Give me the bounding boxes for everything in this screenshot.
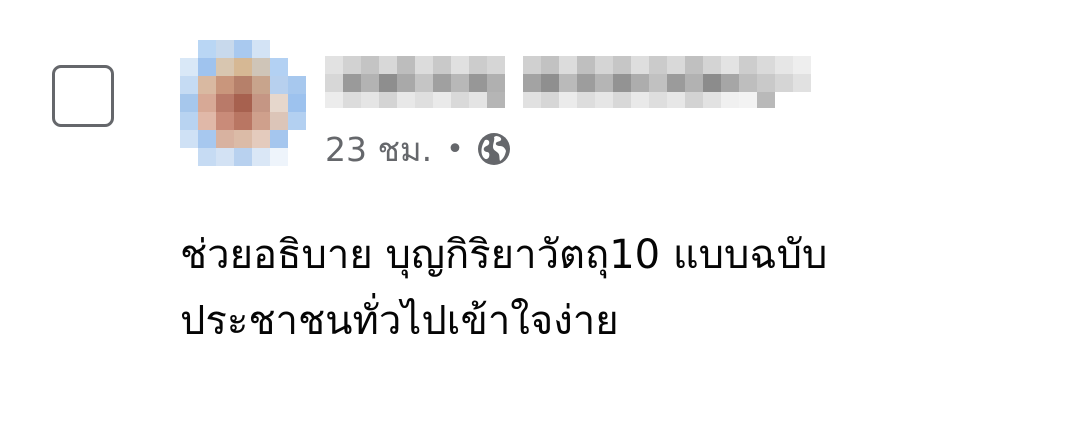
comment-text-line: ประชาชนทั่วไปเข้าใจง่าย [180, 298, 619, 344]
comment-meta: 23 ชม. • [325, 128, 512, 170]
timestamp[interactable]: 23 ชม. [325, 123, 432, 176]
avatar-pixelated-image [180, 36, 308, 176]
comment-text-line: ช่วยอธิบาย บุญกิริยาวัตถุ10 แบบฉบับ [180, 232, 828, 278]
globe-icon [476, 131, 512, 167]
author-name-blur [325, 50, 815, 112]
comment-text: ช่วยอธิบาย บุญกิริยาวัตถุ10 แบบฉบับ ประช… [180, 222, 1040, 354]
author-name-pixelated[interactable] [325, 50, 815, 112]
avatar[interactable] [180, 36, 308, 176]
separator-dot: • [446, 131, 464, 167]
select-checkbox[interactable] [52, 65, 114, 127]
